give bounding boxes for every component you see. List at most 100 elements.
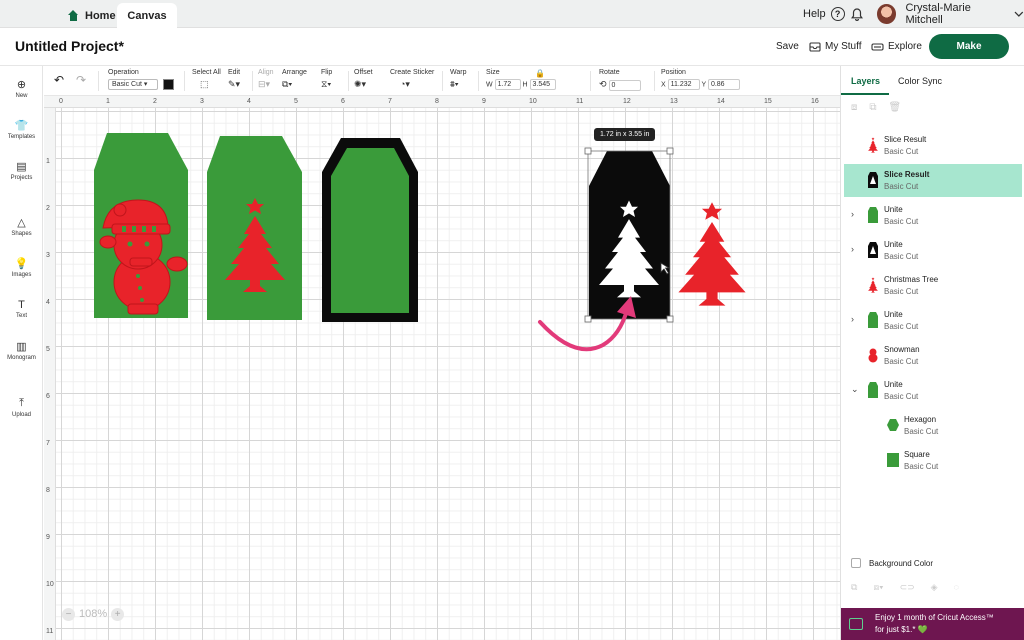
layer-name: Slice Result	[884, 135, 927, 144]
color-swatch[interactable]	[162, 79, 174, 90]
text-icon: T	[18, 299, 25, 311]
layer-operation: Basic Cut	[904, 462, 939, 471]
tab-layers[interactable]: Layers	[851, 76, 880, 86]
explore-button[interactable]: Explore	[871, 41, 922, 52]
select-all-button[interactable]: Select All ⬚	[192, 69, 221, 89]
expand-chevron-icon[interactable]: ›	[851, 244, 854, 254]
layer-thumbnail	[886, 452, 900, 468]
expand-chevron-icon[interactable]: ⌄	[851, 384, 859, 395]
flip-button[interactable]: Flip ⧖▾	[321, 69, 332, 89]
ruler-tick-label: 1	[46, 158, 50, 165]
design-canvas[interactable]	[56, 108, 840, 640]
notifications-button[interactable]	[851, 0, 863, 28]
layers-panel: Layers Color Sync ⧈ ⧉ 🗑 Slice Result Basi…	[840, 66, 1024, 640]
project-title[interactable]: Untitled Project*	[15, 38, 124, 54]
my-stuff-button[interactable]: My Stuff	[809, 41, 862, 52]
layer-item[interactable]: Slice Result Basic Cut	[844, 164, 1022, 197]
layer-item[interactable]: › Unite Basic Cut	[844, 199, 1022, 232]
ruler-tick-label: 6	[341, 98, 345, 105]
ruler-tick-label: 0	[59, 98, 63, 105]
layer-operation: Basic Cut	[884, 147, 919, 156]
arrange-button[interactable]: Arrange ⧉▾	[282, 69, 307, 89]
layer-item[interactable]: Hexagon Basic Cut	[844, 409, 1022, 442]
flatten-icon[interactable]: ◈	[931, 582, 938, 593]
sidebar-item-images[interactable]: 💡 Images	[0, 257, 43, 278]
select-all-label: Select All	[192, 69, 221, 76]
tab-color-sync[interactable]: Color Sync	[898, 76, 942, 86]
layer-item[interactable]: ⌄ Unite Basic Cut	[844, 374, 1022, 407]
sidebar-item-templates[interactable]: 👕 Templates	[0, 119, 43, 140]
duplicate-icon[interactable]: ⧉	[869, 102, 876, 113]
width-input[interactable]: 1.72	[494, 79, 521, 90]
tab-underline	[841, 93, 889, 95]
ruler-tick-label: 5	[46, 346, 50, 353]
layer-item[interactable]: Square Basic Cut	[844, 444, 1022, 477]
lock-icon[interactable]: 🔒	[535, 69, 545, 79]
layer-name: Unite	[884, 240, 903, 249]
save-button[interactable]: Save	[776, 41, 799, 52]
layer-item[interactable]: Slice Result Basic Cut	[844, 129, 1022, 162]
user-menu[interactable]: Crystal-Marie Mitchell	[877, 0, 1024, 28]
position-group: Position X 11.232 Y 0.86	[661, 69, 740, 90]
sidebar-item-new[interactable]: ⊕ New	[0, 78, 43, 99]
promo-banner[interactable]: Enjoy 1 month of Cricut Access™ for just…	[841, 608, 1024, 640]
layer-item[interactable]: Christmas Tree Basic Cut	[844, 269, 1022, 302]
divider	[252, 71, 253, 91]
layer-operation: Basic Cut	[884, 182, 919, 191]
offset-icon: ✺▾	[354, 79, 367, 89]
background-color-checkbox[interactable]	[851, 558, 861, 568]
shirt-icon: 👕	[14, 120, 29, 132]
offset-button[interactable]: Offset ✺▾	[354, 69, 373, 89]
sidebar-item-projects[interactable]: ▤ Projects	[0, 160, 43, 181]
sidebar-item-label: New	[15, 93, 28, 99]
height-input[interactable]: 3.545	[529, 79, 556, 90]
undo-icon[interactable]: ↶	[54, 74, 64, 86]
divider	[590, 71, 591, 91]
operation-label: Operation	[108, 69, 139, 76]
rotate-input[interactable]: 0	[608, 79, 641, 91]
layer-thumbnail	[866, 207, 880, 223]
layer-operation: Basic Cut	[884, 392, 919, 401]
group-icon[interactable]: ⧈	[851, 102, 857, 113]
sidebar-item-text[interactable]: T Text	[0, 299, 43, 319]
expand-chevron-icon[interactable]: ›	[851, 314, 854, 324]
layer-item[interactable]: › Unite Basic Cut	[844, 304, 1022, 337]
contour-icon[interactable]: ◌	[954, 582, 959, 593]
expand-chevron-icon[interactable]: ›	[851, 209, 854, 219]
sidebar-item-upload[interactable]: ⤒ Upload	[0, 397, 43, 418]
tab-canvas[interactable]: Canvas	[117, 3, 177, 28]
sidebar-item-shapes[interactable]: △ Shapes	[0, 216, 43, 237]
background-color-row[interactable]: Background Color	[851, 558, 933, 568]
help-icon: ?	[830, 7, 845, 21]
sidebar-item-monogram[interactable]: ▥ Monogram	[0, 340, 43, 361]
ruler-tick-label: 10	[46, 581, 54, 588]
zoom-out-button[interactable]: −	[62, 607, 75, 621]
x-position-input[interactable]: 11.232	[667, 79, 700, 90]
create-sticker-button[interactable]: Create Sticker ◔▾	[390, 69, 434, 89]
layer-item[interactable]: › Unite Basic Cut	[844, 234, 1022, 267]
layer-name: Unite	[884, 205, 903, 214]
edit-button[interactable]: Edit ✎▾	[228, 69, 240, 89]
combine-icon[interactable]: ⧈▾	[873, 582, 883, 593]
slice-icon[interactable]: ⧉	[851, 582, 857, 593]
sidebar-item-label: Projects	[10, 175, 33, 181]
layer-name: Snowman	[884, 345, 920, 354]
divider	[654, 71, 655, 91]
zoom-in-button[interactable]: +	[111, 607, 125, 621]
delete-icon[interactable]: 🗑	[889, 102, 902, 113]
tab-home[interactable]: Home	[58, 3, 126, 28]
redo-icon[interactable]: ↷	[76, 74, 86, 86]
layer-name: Slice Result	[884, 170, 930, 179]
make-button[interactable]: Make	[929, 34, 1009, 59]
y-position-input[interactable]: 0.86	[707, 79, 740, 90]
warp-button[interactable]: Warp ⩩▾	[450, 69, 466, 89]
attach-icon[interactable]: ⊂⊃	[900, 582, 915, 593]
align-button[interactable]: Align ⊟▾	[258, 69, 274, 89]
layer-item[interactable]: Snowman Basic Cut	[844, 339, 1022, 372]
ruler-tick-label: 9	[482, 98, 486, 105]
operation-select[interactable]: Basic Cut ▾	[108, 79, 158, 90]
layer-thumbnail	[866, 172, 880, 188]
ruler-tick-label: 16	[811, 98, 819, 105]
help-button[interactable]: Help ?	[803, 0, 845, 28]
flip-label: Flip	[321, 69, 333, 76]
